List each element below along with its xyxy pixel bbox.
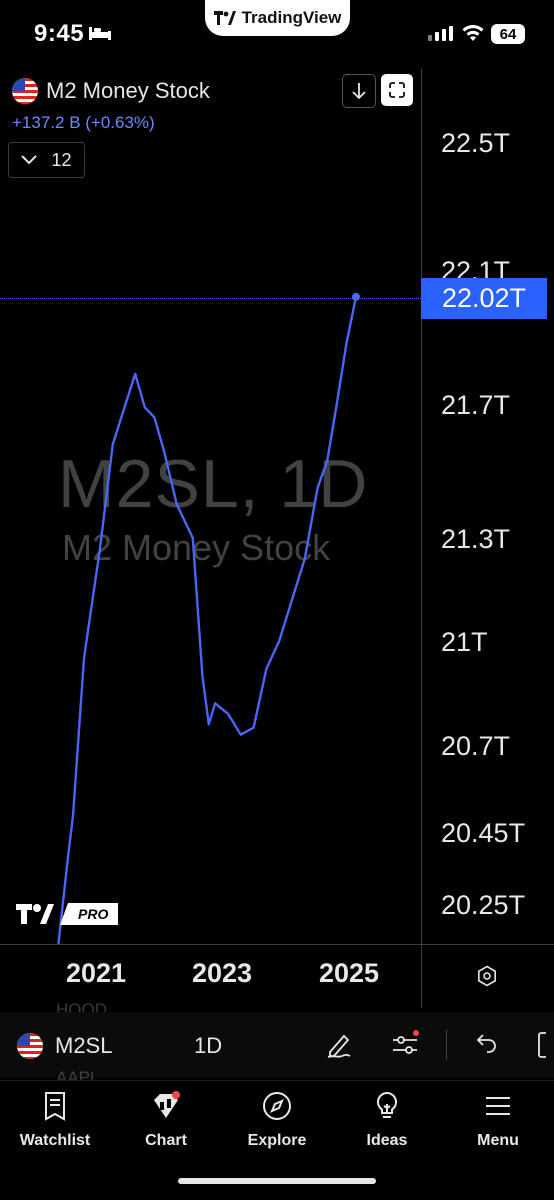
current-price-badge: 22.02T (421, 278, 547, 319)
nav-label: Watchlist (19, 1132, 91, 1149)
price-label: 22.5T (441, 128, 511, 158)
cell-signal-icon (428, 26, 453, 41)
toolbar-separator (446, 1030, 447, 1060)
current-price-line (0, 298, 421, 299)
pro-badge-label: PRO (78, 906, 109, 922)
nav-watchlist[interactable]: Watchlist (10, 1090, 100, 1150)
indicators-settings-icon[interactable] (390, 1030, 420, 1060)
drawing-tool-icon[interactable] (324, 1030, 354, 1060)
tradingview-logo-icon (16, 904, 54, 924)
wifi-icon (462, 25, 484, 41)
nav-label: Ideas (366, 1132, 408, 1149)
chart-icon (154, 1091, 180, 1118)
ticker-symbol-button[interactable]: M2SL (55, 1033, 112, 1059)
time-label: 2023 (192, 958, 253, 988)
hamburger-icon (486, 1097, 510, 1115)
axis-settings-icon[interactable] (476, 965, 498, 987)
series-line-m2sl (57, 296, 358, 944)
battery-indicator: 64 (491, 24, 525, 44)
nav-chart[interactable]: Chart (121, 1090, 211, 1150)
price-label: 21.3T (441, 524, 511, 554)
price-label: 21.7T (441, 390, 511, 420)
tradingview-pro-logo: PRO (16, 903, 118, 925)
undo-icon[interactable] (471, 1030, 501, 1060)
price-label: 21T (441, 627, 488, 657)
price-axis-divider (421, 68, 422, 1008)
nav-label: Menu (477, 1132, 519, 1149)
nav-explore[interactable]: Explore (232, 1090, 322, 1150)
nav-label: Chart (145, 1132, 187, 1149)
price-label: 20.7T (441, 731, 511, 761)
time-label: 2021 (66, 958, 127, 988)
nav-label: Explore (247, 1132, 307, 1149)
last-value-point (352, 292, 360, 301)
interval-button[interactable]: 1D (194, 1033, 222, 1059)
us-flag-icon (17, 1033, 43, 1059)
lightbulb-icon (376, 1091, 398, 1118)
price-label: 20.25T (441, 890, 526, 920)
watchlist-icon (45, 1092, 65, 1121)
time-label: 2025 (319, 958, 380, 988)
nav-menu[interactable]: Menu (453, 1090, 543, 1150)
nav-ideas[interactable]: Ideas (342, 1090, 432, 1150)
time-axis-border (0, 944, 554, 945)
price-chart[interactable] (0, 0, 421, 944)
price-label: 20.45T (441, 818, 526, 848)
compass-icon (263, 1092, 291, 1120)
fullscreen-icon[interactable] (536, 1030, 554, 1060)
home-indicator (178, 1178, 376, 1184)
